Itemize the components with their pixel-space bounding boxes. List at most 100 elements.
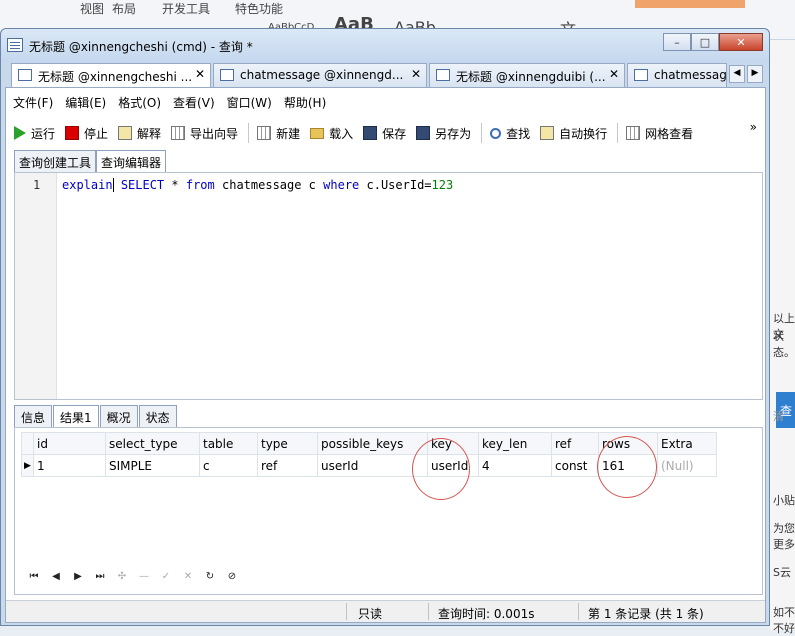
tab-label: 无标题 @xinnengcheshi ... bbox=[38, 70, 193, 84]
apply-icon[interactable]: ✓ bbox=[155, 571, 177, 582]
wrap-label: 自动换行 bbox=[559, 126, 608, 141]
save-as-button[interactable]: 另存为 bbox=[416, 125, 471, 142]
save-icon bbox=[363, 126, 378, 140]
close-icon[interactable]: ✕ bbox=[411, 67, 421, 81]
window-controls: – □ ✕ bbox=[663, 33, 763, 51]
record-navigation-bar: ⏮ ◀ ▶ ⏭ ✣ — ✓ ✕ ↻ ⊘ bbox=[23, 571, 243, 582]
close-icon[interactable]: ✕ bbox=[609, 67, 619, 81]
row-marker-header bbox=[21, 432, 34, 455]
run-button[interactable]: 运行 bbox=[14, 125, 55, 142]
status-bar: 只读 查询时间: 0.001s 第 1 条记录 (共 1 条) bbox=[6, 600, 765, 622]
tab-query-xinnengduibi[interactable]: 无标题 @xinnengduibi (... ✕ bbox=[429, 63, 625, 87]
bg-menu-item: 开发工具 bbox=[162, 2, 211, 16]
sql-keyword: SELECT bbox=[120, 178, 165, 192]
bg-side-text: S云 bbox=[773, 566, 791, 579]
title-bar[interactable]: 无标题 @xinnengcheshi (cmd) - 查询 * – □ ✕ bbox=[1, 29, 769, 63]
bg-menu-item: 特色功能 bbox=[235, 2, 284, 16]
sql-code-line[interactable]: explain SELECT * from chatmessage c wher… bbox=[62, 178, 453, 192]
column-header[interactable]: Extra bbox=[657, 432, 717, 455]
tab-query-xinnengcheshi[interactable]: 无标题 @xinnengcheshi ... ✕ bbox=[11, 63, 211, 88]
tab-profile[interactable]: 概况 bbox=[99, 405, 138, 427]
toolbar: 运行 停止 解释 导出向导 新建 载入 保存 另存为 查找 自动换行 网格查看 … bbox=[6, 120, 765, 146]
table-cell[interactable]: const bbox=[551, 454, 599, 477]
column-header[interactable]: ref bbox=[551, 432, 599, 455]
status-query-time: 查询时间: 0.001s bbox=[438, 607, 535, 621]
column-header[interactable]: table bbox=[199, 432, 258, 455]
export-wizard-button[interactable]: 导出向导 bbox=[171, 125, 238, 142]
stop-label: 停止 bbox=[84, 126, 109, 141]
word-wrap-button[interactable]: 自动换行 bbox=[540, 125, 607, 142]
tab-status[interactable]: 状态 bbox=[138, 405, 177, 427]
find-button[interactable]: 查找 bbox=[490, 125, 530, 142]
save-as-label: 另存为 bbox=[435, 126, 472, 141]
close-button[interactable]: ✕ bbox=[719, 33, 763, 51]
tab-chatmessage-xinnengd[interactable]: chatmessage @xinnengd... ✕ bbox=[213, 63, 427, 87]
table-cell[interactable]: 4 bbox=[478, 454, 552, 477]
refresh-icon[interactable]: ↻ bbox=[199, 571, 221, 582]
find-label: 查找 bbox=[506, 126, 531, 141]
status-divider bbox=[346, 603, 347, 620]
table-cell[interactable]: c bbox=[199, 454, 258, 477]
new-query-button[interactable]: 新建 bbox=[257, 125, 300, 142]
close-icon[interactable]: ✕ bbox=[195, 67, 205, 81]
column-header[interactable]: key_len bbox=[478, 432, 552, 455]
table-cell[interactable]: userId bbox=[317, 454, 428, 477]
grid-view-label: 网格查看 bbox=[645, 126, 694, 141]
sql-text: * bbox=[164, 178, 186, 192]
toolbar-divider bbox=[248, 123, 250, 143]
maximize-button[interactable]: □ bbox=[691, 33, 719, 51]
word-wrap-icon bbox=[540, 126, 555, 140]
sql-editor[interactable]: 1 explain SELECT * from chatmessage c wh… bbox=[14, 172, 763, 400]
export-label: 导出向导 bbox=[190, 126, 239, 141]
menu-format[interactable]: 格式(O) bbox=[111, 94, 166, 114]
table-cell[interactable]: 1 bbox=[33, 454, 106, 477]
sql-number: 123 bbox=[431, 178, 454, 192]
next-record-icon[interactable]: ▶ bbox=[67, 571, 89, 582]
bg-side-text: 为您 bbox=[773, 522, 795, 535]
window-title: 无标题 @xinnengcheshi (cmd) - 查询 * bbox=[29, 40, 253, 54]
explain-button[interactable]: 解释 bbox=[118, 125, 161, 142]
annotation-circle-rows bbox=[597, 436, 657, 498]
line-number: 1 bbox=[33, 178, 41, 192]
tab-label: chatmessage bbox=[654, 68, 727, 82]
minimize-button[interactable]: – bbox=[663, 33, 691, 51]
discard-icon[interactable]: ✕ bbox=[177, 571, 199, 582]
current-row-marker-icon: ▶ bbox=[21, 454, 34, 477]
tab-result1[interactable]: 结果1 bbox=[53, 405, 99, 427]
first-record-icon[interactable]: ⏮ bbox=[23, 571, 45, 582]
folder-icon bbox=[310, 127, 325, 139]
stop-button[interactable]: 停止 bbox=[65, 125, 108, 142]
column-header[interactable]: type bbox=[257, 432, 318, 455]
menu-file[interactable]: 文件(F) bbox=[6, 94, 58, 114]
tab-chatmessage[interactable]: chatmessage bbox=[627, 63, 727, 87]
last-record-icon[interactable]: ⏭ bbox=[89, 571, 111, 582]
tab-label: chatmessage @xinnengd... bbox=[240, 68, 404, 82]
table-cell[interactable]: SIMPLE bbox=[105, 454, 200, 477]
column-header[interactable]: possible_keys bbox=[317, 432, 428, 455]
load-button[interactable]: 载入 bbox=[310, 125, 353, 142]
stop-icon[interactable]: ⊘ bbox=[221, 571, 243, 582]
delete-record-icon[interactable]: — bbox=[133, 571, 155, 582]
column-header[interactable]: select_type bbox=[105, 432, 200, 455]
menu-help[interactable]: 帮助(H) bbox=[277, 94, 331, 114]
toolbar-overflow-icon[interactable]: » bbox=[750, 120, 757, 134]
tab-scroll-left-icon[interactable]: ◀ bbox=[729, 65, 745, 83]
tab-query-editor[interactable]: 查询编辑器 bbox=[96, 150, 167, 172]
status-record-count: 第 1 条记录 (共 1 条) bbox=[588, 607, 704, 621]
save-button[interactable]: 保存 bbox=[363, 125, 406, 142]
table-icon bbox=[436, 69, 450, 81]
tab-query-builder[interactable]: 查询创建工具 bbox=[14, 150, 97, 172]
table-cell[interactable]: (Null) bbox=[657, 454, 717, 477]
table-cell[interactable]: ref bbox=[257, 454, 318, 477]
sql-keyword: where bbox=[323, 178, 360, 192]
prev-record-icon[interactable]: ◀ bbox=[45, 571, 67, 582]
sql-text: c.UserId= bbox=[359, 178, 432, 192]
menu-edit[interactable]: 编辑(E) bbox=[58, 94, 111, 114]
add-record-icon[interactable]: ✣ bbox=[111, 571, 133, 582]
tab-scroll-right-icon[interactable]: ▶ bbox=[747, 65, 763, 83]
menu-window[interactable]: 窗口(W) bbox=[220, 94, 277, 114]
column-header[interactable]: id bbox=[33, 432, 106, 455]
menu-view[interactable]: 查看(V) bbox=[166, 94, 220, 114]
grid-view-button[interactable]: 网格查看 bbox=[626, 125, 693, 142]
tab-info[interactable]: 信息 bbox=[14, 405, 53, 427]
